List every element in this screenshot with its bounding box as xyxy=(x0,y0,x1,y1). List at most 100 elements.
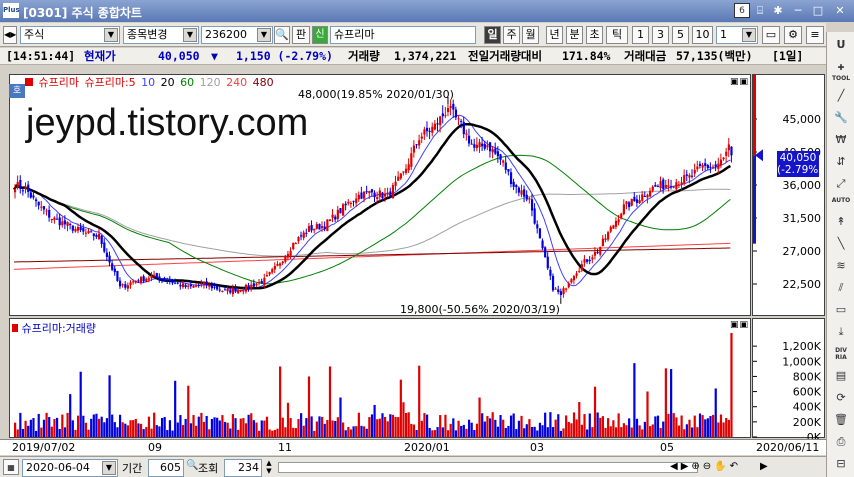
volume-bar xyxy=(683,429,686,437)
hoga-toggle[interactable]: 호 xyxy=(9,84,25,98)
chevron-down-icon: ▼ xyxy=(183,28,197,42)
interval-select[interactable]: 1 ▼ xyxy=(716,26,758,44)
nav-arrows-icon[interactable]: ◀▶ xyxy=(3,26,17,44)
delete-icon[interactable]: 🗑 xyxy=(830,410,852,430)
divria-button[interactable]: DIV RIA xyxy=(830,344,852,364)
period-day-button[interactable]: 일 xyxy=(484,26,501,44)
ref-button[interactable]: 판 xyxy=(292,26,310,44)
diagonal-icon[interactable]: ╲ xyxy=(830,234,852,254)
window-title: [0301] 주식 종합차트 xyxy=(23,6,142,20)
save-icon[interactable]: ▭ xyxy=(762,26,780,44)
period-second-button[interactable]: 초 xyxy=(586,26,603,44)
volume-bar xyxy=(334,420,337,437)
settings-icon[interactable]: ✱ xyxy=(770,3,786,18)
search-button[interactable]: 🔍 xyxy=(274,26,290,44)
interval-3-button[interactable]: 3 xyxy=(652,26,669,44)
change-stock-select[interactable]: 종목변경 ▼ xyxy=(123,26,199,44)
up-icon[interactable]: ↟ xyxy=(830,212,852,232)
download-icon[interactable]: ⤓ xyxy=(830,322,852,342)
interval-1-button[interactable]: 1 xyxy=(632,26,649,44)
volume-bar xyxy=(628,418,631,437)
panel-controls-icon[interactable]: ▣▣ xyxy=(730,320,749,330)
link-icon[interactable]: ⌸ xyxy=(752,3,768,18)
candle-body xyxy=(174,282,177,284)
chart-type-icon[interactable]: ▤ xyxy=(830,366,852,386)
volume-bar xyxy=(596,412,599,437)
spinner-icon[interactable]: ▲ ▼ xyxy=(264,459,274,475)
interval-5-button[interactable]: 5 xyxy=(672,26,689,44)
refresh-icon[interactable]: ⟳ xyxy=(830,388,852,408)
auto-button[interactable]: AUTO xyxy=(830,194,852,214)
wrench-icon[interactable]: 🔧 xyxy=(830,108,852,128)
period-input[interactable]: 605 xyxy=(148,459,184,477)
volume-bar xyxy=(307,376,311,437)
period-week-button[interactable]: 주 xyxy=(503,26,520,44)
candle-body xyxy=(21,190,25,192)
collapse-icon[interactable]: ⊟ xyxy=(830,454,852,474)
compare-icon[interactable]: ⇵ xyxy=(830,152,852,172)
page-number-box[interactable]: 6 xyxy=(734,3,750,18)
calendar-icon[interactable]: ▦ xyxy=(3,459,19,475)
scroll-arrow-icon[interactable]: ▶ xyxy=(760,461,768,472)
volume-bar xyxy=(614,427,618,437)
maximize-button[interactable]: □ xyxy=(810,3,826,18)
view-count-input[interactable]: 234 xyxy=(224,459,262,477)
trend-icon[interactable]: ⤢ xyxy=(830,174,852,194)
rect-icon[interactable]: ▭ xyxy=(830,300,852,320)
candle-body xyxy=(528,198,531,200)
line-tool-icon[interactable]: ╱ xyxy=(830,86,852,106)
panel-controls-icon[interactable]: ▣▣ xyxy=(730,77,749,87)
fan-icon[interactable]: ≋ xyxy=(830,256,852,276)
user-tool-button[interactable]: U xyxy=(830,35,852,55)
legend-item[interactable]: 120 xyxy=(200,76,221,89)
volume-legend-text[interactable]: 슈프리마:거래량 xyxy=(22,322,97,335)
legend-item[interactable]: 20 xyxy=(161,76,175,89)
candle-body xyxy=(365,191,368,193)
market-select[interactable]: 주식 ▼ xyxy=(20,26,120,44)
list-icon[interactable]: ≡ xyxy=(806,26,824,44)
search-icon[interactable]: 🔍 xyxy=(186,460,198,471)
volume-bar xyxy=(124,423,127,437)
minimize-button[interactable]: ─ xyxy=(790,3,806,18)
volume-bar xyxy=(559,430,563,437)
legend-item[interactable]: 240 xyxy=(226,76,247,89)
candle-body xyxy=(423,129,426,135)
close-button[interactable]: ✕ xyxy=(832,3,848,18)
legend-item[interactable]: 10 xyxy=(141,76,155,89)
channel-icon[interactable]: ⫽ xyxy=(830,278,852,298)
candle-body xyxy=(34,199,38,202)
volume-bar xyxy=(586,429,589,437)
volume-chart-panel[interactable] xyxy=(9,318,751,438)
legend-item[interactable]: 슈프리마:5 xyxy=(84,76,135,89)
legend-item[interactable]: 슈프리마 xyxy=(39,76,79,89)
candle-body xyxy=(467,135,471,144)
period-tick-button[interactable]: 틱 xyxy=(606,26,628,44)
volume-bar xyxy=(504,427,507,437)
scrollbar-track[interactable] xyxy=(278,462,698,473)
price-tool-icon[interactable]: ₩ xyxy=(830,130,852,150)
period-minute-button[interactable]: 분 xyxy=(566,26,583,44)
candle-body xyxy=(318,223,321,230)
period-year-button[interactable]: 년 xyxy=(546,26,563,44)
date-input[interactable]: 2020-06-04 ▼ xyxy=(22,459,118,477)
interval-10-button[interactable]: 10 xyxy=(692,26,713,44)
chart-nav-icons[interactable]: ◀▶⊕⊖✋↶ xyxy=(670,461,741,472)
volume-bar xyxy=(717,422,720,437)
candle-body xyxy=(284,256,287,262)
candle-body xyxy=(680,182,683,185)
volume-bar xyxy=(150,428,153,437)
print-icon[interactable]: ⎙ xyxy=(830,432,852,452)
volume-bar xyxy=(29,419,32,437)
candle-body xyxy=(399,173,402,179)
volume-tick-label: 600K xyxy=(793,386,822,399)
candle-body xyxy=(483,144,486,149)
chart-legend: 슈프리마 슈프리마:5 10 20 60 120 240 480 xyxy=(9,74,276,89)
candle-body xyxy=(108,255,111,263)
config-icon[interactable]: ⚙ xyxy=(784,26,802,44)
legend-item[interactable]: 480 xyxy=(253,76,274,89)
volume-bar xyxy=(727,419,730,437)
legend-item[interactable]: 60 xyxy=(180,76,194,89)
candle-body xyxy=(378,190,381,198)
period-month-button[interactable]: 월 xyxy=(522,26,539,44)
stock-code-input[interactable]: 236200 ▼ xyxy=(201,26,273,44)
